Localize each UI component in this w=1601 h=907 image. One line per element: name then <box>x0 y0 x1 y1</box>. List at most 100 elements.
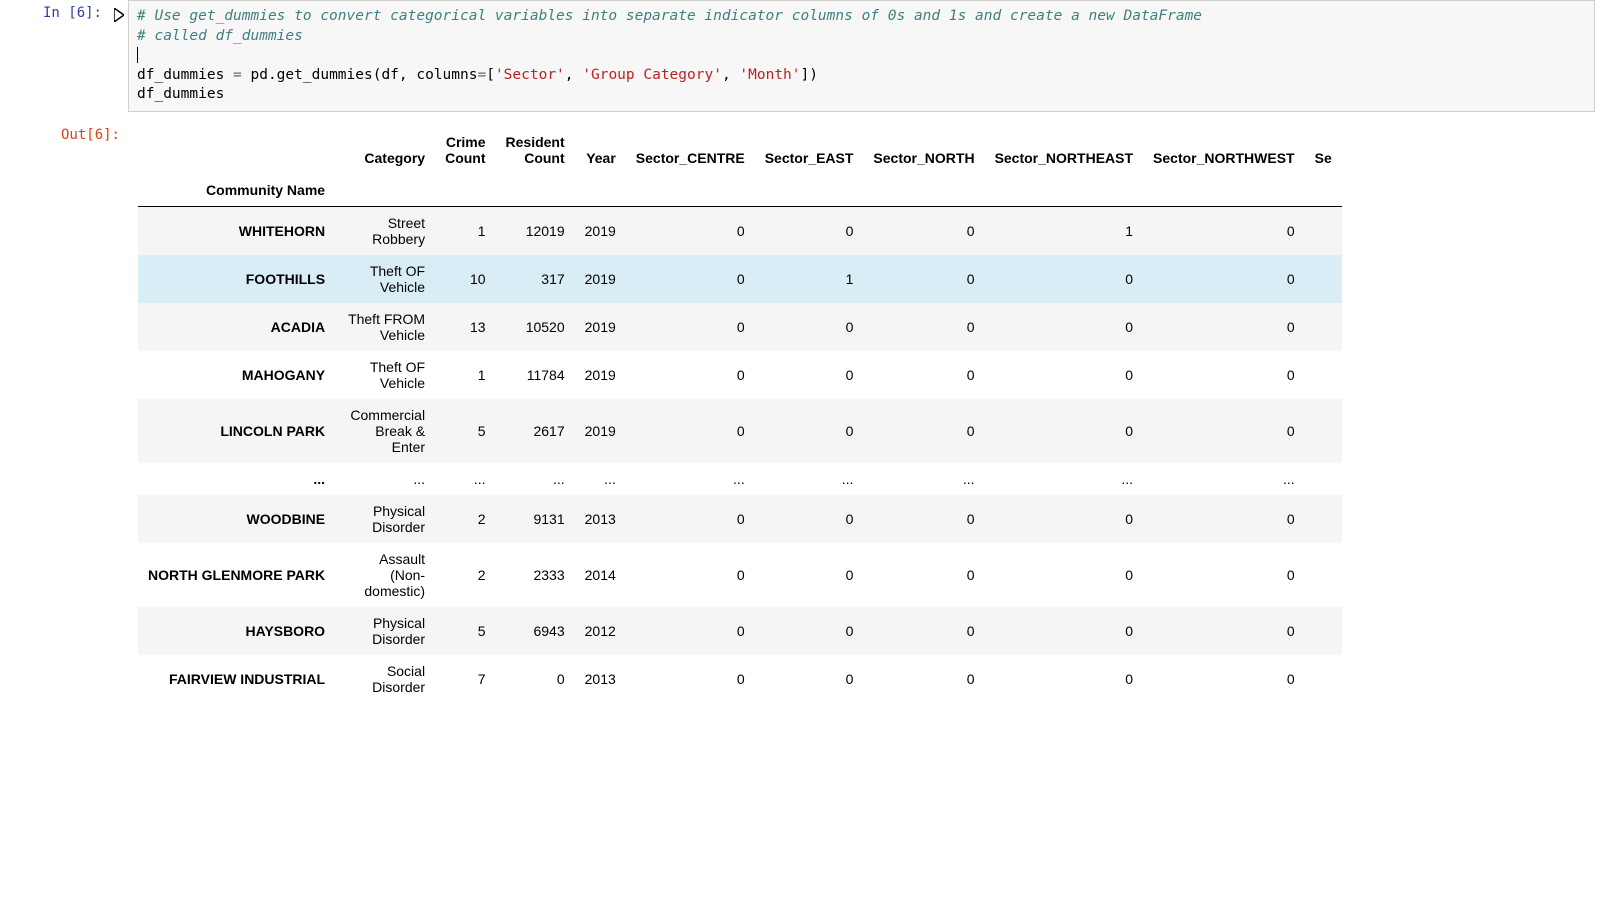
cell: 10 <box>435 255 495 303</box>
cell: 0 <box>626 351 755 399</box>
table-row: NORTH GLENMORE PARKAssault (Non-domestic… <box>138 543 1342 607</box>
cell: 0 <box>1143 495 1305 543</box>
cell: 0 <box>1143 399 1305 463</box>
cell: ... <box>626 463 755 495</box>
col-header: Sector_NORTH <box>863 126 984 174</box>
col-header: ResidentCount <box>496 126 575 174</box>
cell: 0 <box>626 303 755 351</box>
output-prompt: Out[6]: <box>61 127 128 143</box>
col-header: Sector_CENTRE <box>626 126 755 174</box>
cell <box>1305 543 1342 607</box>
cell: 0 <box>863 255 984 303</box>
cell: 2019 <box>575 303 626 351</box>
col-header: Category <box>335 126 435 174</box>
cell: 0 <box>863 655 984 703</box>
cell: 0 <box>863 607 984 655</box>
cell <box>1305 303 1342 351</box>
code-input[interactable]: # Use get_dummies to convert categorical… <box>128 0 1595 112</box>
cell: 1 <box>985 206 1143 255</box>
cell <box>1305 463 1342 495</box>
cell: 2019 <box>575 255 626 303</box>
cell: 0 <box>1143 351 1305 399</box>
cell: 0 <box>755 351 864 399</box>
input-cell: In [6]: # Use get_dummies to convert cat… <box>0 0 1601 112</box>
index-name: Community Name <box>138 174 335 207</box>
row-index: WHITEHORN <box>138 206 335 255</box>
cell: 2617 <box>496 399 575 463</box>
row-index: NORTH GLENMORE PARK <box>138 543 335 607</box>
cell: 0 <box>626 399 755 463</box>
cell: 6943 <box>496 607 575 655</box>
cell: 0 <box>626 607 755 655</box>
cell: 0 <box>755 607 864 655</box>
cell: 0 <box>1143 255 1305 303</box>
cell: 0 <box>626 655 755 703</box>
cell: 0 <box>863 543 984 607</box>
col-header: Sector_EAST <box>755 126 864 174</box>
cell: ... <box>863 463 984 495</box>
output-prompt-area: Out[6]: <box>0 122 128 148</box>
cell: Theft OF Vehicle <box>335 351 435 399</box>
cell: Social Disorder <box>335 655 435 703</box>
cell: 0 <box>626 206 755 255</box>
cell <box>1305 206 1342 255</box>
run-cell-icon[interactable] <box>114 8 128 24</box>
cell: 10520 <box>496 303 575 351</box>
cell: 0 <box>985 303 1143 351</box>
cell: Assault (Non-domestic) <box>335 543 435 607</box>
cell: Theft OF Vehicle <box>335 255 435 303</box>
table-header: Category CrimeCount ResidentCount Year S… <box>138 126 1342 207</box>
cell <box>1305 351 1342 399</box>
cell <box>1305 399 1342 463</box>
input-prompt: In [6]: <box>43 5 110 21</box>
cell: 7 <box>435 655 495 703</box>
cell: 2013 <box>575 495 626 543</box>
cell: 0 <box>1143 655 1305 703</box>
cell: 2014 <box>575 543 626 607</box>
cell: 9131 <box>496 495 575 543</box>
cell: ... <box>575 463 626 495</box>
cell: 0 <box>1143 607 1305 655</box>
col-header: Year <box>575 126 626 174</box>
row-index: FOOTHILLS <box>138 255 335 303</box>
cell: 0 <box>1143 303 1305 351</box>
cell: 2019 <box>575 206 626 255</box>
cell: 0 <box>1143 543 1305 607</box>
cell <box>1305 655 1342 703</box>
cell: 0 <box>755 303 864 351</box>
cell: 0 <box>626 495 755 543</box>
table-body: WHITEHORNStreet Robbery112019201900010FO… <box>138 206 1342 703</box>
cell: Physical Disorder <box>335 607 435 655</box>
cell: 0 <box>755 543 864 607</box>
cell: 0 <box>985 607 1143 655</box>
cell: 1 <box>435 351 495 399</box>
cell: 0 <box>755 206 864 255</box>
col-header: Sector_NORTHWEST <box>1143 126 1305 174</box>
cell: ... <box>1143 463 1305 495</box>
table-row: .............................. <box>138 463 1342 495</box>
cell: 0 <box>1143 206 1305 255</box>
cell: 0 <box>626 543 755 607</box>
cell: 0 <box>755 655 864 703</box>
cell: 0 <box>863 495 984 543</box>
row-index: WOODBINE <box>138 495 335 543</box>
cell: 0 <box>985 255 1143 303</box>
col-header: Sector_NORTHEAST <box>985 126 1143 174</box>
cell: Physical Disorder <box>335 495 435 543</box>
cell: 5 <box>435 607 495 655</box>
cell: 2019 <box>575 399 626 463</box>
cell: 1 <box>755 255 864 303</box>
cell: 1 <box>435 206 495 255</box>
cell: 2333 <box>496 543 575 607</box>
cell: 0 <box>496 655 575 703</box>
input-prompt-area: In [6]: <box>0 0 128 29</box>
cell: 13 <box>435 303 495 351</box>
cell: 0 <box>863 399 984 463</box>
cell: 2013 <box>575 655 626 703</box>
table-row: WHITEHORNStreet Robbery112019201900010 <box>138 206 1342 255</box>
row-index: MAHOGANY <box>138 351 335 399</box>
cell: 0 <box>755 495 864 543</box>
cell: Street Robbery <box>335 206 435 255</box>
cell: 12019 <box>496 206 575 255</box>
table-row: ACADIATheft FROM Vehicle1310520201900000 <box>138 303 1342 351</box>
